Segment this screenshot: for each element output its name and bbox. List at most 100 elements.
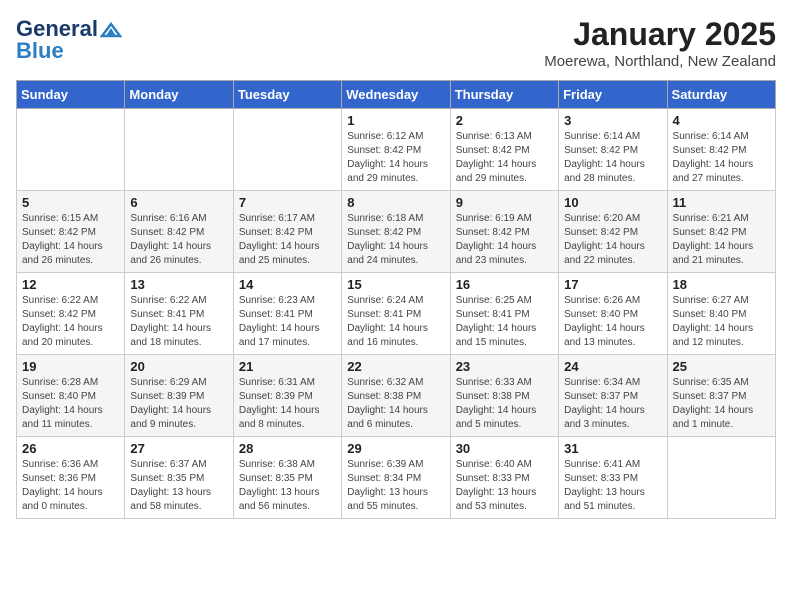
col-friday: Friday [559,81,667,109]
day-info: Sunrise: 6:27 AMSunset: 8:40 PMDaylight:… [673,294,770,350]
calendar-cell: 29Sunrise: 6:39 AMSunset: 8:34 PMDayligh… [342,437,450,519]
day-info: Sunrise: 6:18 AMSunset: 8:42 PMDaylight:… [347,212,444,268]
day-number: 12 [22,277,119,292]
day-info: Sunrise: 6:23 AMSunset: 8:41 PMDaylight:… [239,294,336,350]
day-number: 21 [239,359,336,374]
day-number: 30 [456,441,553,456]
logo: General Blue [16,16,122,64]
day-number: 22 [347,359,444,374]
day-info: Sunrise: 6:31 AMSunset: 8:39 PMDaylight:… [239,376,336,432]
day-info: Sunrise: 6:21 AMSunset: 8:42 PMDaylight:… [673,212,770,268]
calendar-cell: 11 Sunrise: 6:21 AMSunset: 8:42 PMDayligh… [667,191,775,273]
day-info: Sunrise: 6:26 AMSunset: 8:40 PMDaylight:… [564,294,661,350]
day-number: 9 [456,195,553,210]
day-number: 31 [564,441,661,456]
day-info: Sunrise: 6:37 AMSunset: 8:35 PMDaylight:… [130,458,227,514]
calendar-cell: 8 Sunrise: 6:18 AMSunset: 8:42 PMDaylight… [342,191,450,273]
day-number: 20 [130,359,227,374]
calendar-cell [233,109,341,191]
calendar-cell [17,109,125,191]
calendar-cell: 13 Sunrise: 6:22 AMSunset: 8:41 PMDayligh… [125,273,233,355]
day-number: 8 [347,195,444,210]
day-info: Sunrise: 6:35 AMSunset: 8:37 PMDaylight:… [673,376,770,432]
day-number: 5 [22,195,119,210]
day-number: 28 [239,441,336,456]
day-info: Sunrise: 6:14 AMSunset: 8:42 PMDaylight:… [673,130,770,186]
day-number: 6 [130,195,227,210]
day-info: Sunrise: 6:38 AMSunset: 8:35 PMDaylight:… [239,458,336,514]
calendar-cell: 26Sunrise: 6:36 AMSunset: 8:36 PMDayligh… [17,437,125,519]
col-monday: Monday [125,81,233,109]
day-number: 2 [456,113,553,128]
day-number: 4 [673,113,770,128]
day-number: 24 [564,359,661,374]
day-number: 3 [564,113,661,128]
day-info: Sunrise: 6:13 AMSunset: 8:42 PMDaylight:… [456,130,553,186]
day-info: Sunrise: 6:32 AMSunset: 8:38 PMDaylight:… [347,376,444,432]
calendar-cell: 10Sunrise: 6:20 AMSunset: 8:42 PMDayligh… [559,191,667,273]
day-info: Sunrise: 6:22 AMSunset: 8:41 PMDaylight:… [130,294,227,350]
calendar-cell: 17 Sunrise: 6:26 AMSunset: 8:40 PMDayligh… [559,273,667,355]
day-info: Sunrise: 6:34 AMSunset: 8:37 PMDaylight:… [564,376,661,432]
calendar-cell [125,109,233,191]
calendar-week-row: 19 Sunrise: 6:28 AMSunset: 8:40 PMDayligh… [17,355,776,437]
day-info: Sunrise: 6:40 AMSunset: 8:33 PMDaylight:… [456,458,553,514]
calendar-cell [667,437,775,519]
day-number: 25 [673,359,770,374]
day-info: Sunrise: 6:22 AMSunset: 8:42 PMDaylight:… [22,294,119,350]
col-saturday: Saturday [667,81,775,109]
day-number: 27 [130,441,227,456]
day-number: 1 [347,113,444,128]
logo-triangle-icon [100,22,122,38]
calendar-cell: 19 Sunrise: 6:28 AMSunset: 8:40 PMDayligh… [17,355,125,437]
calendar-cell: 4 Sunrise: 6:14 AMSunset: 8:42 PMDaylight… [667,109,775,191]
day-number: 29 [347,441,444,456]
day-number: 11 [673,195,770,210]
day-number: 19 [22,359,119,374]
day-info: Sunrise: 6:29 AMSunset: 8:39 PMDaylight:… [130,376,227,432]
day-number: 17 [564,277,661,292]
day-number: 13 [130,277,227,292]
calendar-cell: 28 Sunrise: 6:38 AMSunset: 8:35 PMDayligh… [233,437,341,519]
day-number: 18 [673,277,770,292]
calendar-cell: 18 Sunrise: 6:27 AMSunset: 8:40 PMDayligh… [667,273,775,355]
day-info: Sunrise: 6:14 AMSunset: 8:42 PMDaylight:… [564,130,661,186]
calendar-cell: 20 Sunrise: 6:29 AMSunset: 8:39 PMDayligh… [125,355,233,437]
calendar-week-row: 5 Sunrise: 6:15 AMSunset: 8:42 PMDaylight… [17,191,776,273]
calendar-cell: 3 Sunrise: 6:14 AMSunset: 8:42 PMDaylight… [559,109,667,191]
calendar-header-row: Sunday Monday Tuesday Wednesday Thursday… [17,81,776,109]
calendar-cell: 23 Sunrise: 6:33 AMSunset: 8:38 PMDayligh… [450,355,558,437]
day-number: 23 [456,359,553,374]
calendar-table: Sunday Monday Tuesday Wednesday Thursday… [16,80,776,519]
calendar-cell: 9 Sunrise: 6:19 AMSunset: 8:42 PMDaylight… [450,191,558,273]
calendar-cell: 5 Sunrise: 6:15 AMSunset: 8:42 PMDaylight… [17,191,125,273]
calendar-cell: 6 Sunrise: 6:16 AMSunset: 8:42 PMDaylight… [125,191,233,273]
calendar-week-row: 26Sunrise: 6:36 AMSunset: 8:36 PMDayligh… [17,437,776,519]
calendar-cell: 25 Sunrise: 6:35 AMSunset: 8:37 PMDayligh… [667,355,775,437]
day-info: Sunrise: 6:28 AMSunset: 8:40 PMDaylight:… [22,376,119,432]
day-number: 16 [456,277,553,292]
day-info: Sunrise: 6:16 AMSunset: 8:42 PMDaylight:… [130,212,227,268]
calendar-cell: 15Sunrise: 6:24 AMSunset: 8:41 PMDayligh… [342,273,450,355]
calendar-cell: 12 Sunrise: 6:22 AMSunset: 8:42 PMDayligh… [17,273,125,355]
calendar-subtitle: Moerewa, Northland, New Zealand [544,53,776,70]
day-info: Sunrise: 6:12 AMSunset: 8:42 PMDaylight:… [347,130,444,186]
calendar-cell: 30 Sunrise: 6:40 AMSunset: 8:33 PMDayligh… [450,437,558,519]
day-info: Sunrise: 6:24 AMSunset: 8:41 PMDaylight:… [347,294,444,350]
calendar-cell: 24 Sunrise: 6:34 AMSunset: 8:37 PMDayligh… [559,355,667,437]
day-number: 14 [239,277,336,292]
day-info: Sunrise: 6:19 AMSunset: 8:42 PMDaylight:… [456,212,553,268]
day-info: Sunrise: 6:15 AMSunset: 8:42 PMDaylight:… [22,212,119,268]
day-info: Sunrise: 6:33 AMSunset: 8:38 PMDaylight:… [456,376,553,432]
col-tuesday: Tuesday [233,81,341,109]
col-wednesday: Wednesday [342,81,450,109]
day-info: Sunrise: 6:41 AMSunset: 8:33 PMDaylight:… [564,458,661,514]
page-header: General Blue January 2025 Moerewa, North… [16,16,776,70]
logo-blue: Blue [16,38,64,64]
col-sunday: Sunday [17,81,125,109]
col-thursday: Thursday [450,81,558,109]
calendar-cell: 22 Sunrise: 6:32 AMSunset: 8:38 PMDayligh… [342,355,450,437]
calendar-cell: 31 Sunrise: 6:41 AMSunset: 8:33 PMDayligh… [559,437,667,519]
calendar-week-row: 1 Sunrise: 6:12 AMSunset: 8:42 PMDaylight… [17,109,776,191]
calendar-cell: 21 Sunrise: 6:31 AMSunset: 8:39 PMDayligh… [233,355,341,437]
